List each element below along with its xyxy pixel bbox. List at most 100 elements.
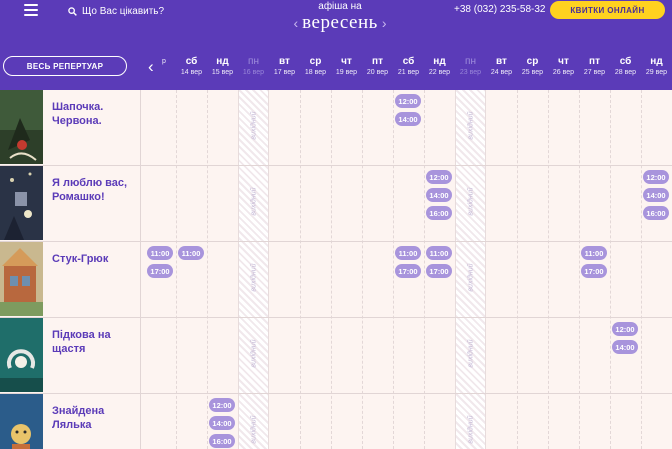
day-column-header[interactable]: пн 16 вер (238, 56, 269, 78)
day-date: 23 вер (459, 69, 482, 76)
session-time-button[interactable]: 11:00 (426, 246, 452, 260)
session-time-button[interactable]: 17:00 (426, 264, 452, 278)
session-time-button[interactable]: 12:00 (643, 170, 669, 184)
day-off-label: вихідний (250, 111, 258, 140)
day-date: 28 вер (614, 69, 637, 76)
grid-row-line (0, 241, 672, 242)
show-poster-2[interactable] (0, 166, 43, 240)
show-poster-1[interactable] (0, 90, 43, 164)
prev-month-arrow-icon[interactable]: ‹ (294, 15, 299, 31)
day-column-header[interactable]: чт 19 вер (331, 56, 362, 78)
menu-icon[interactable] (24, 4, 38, 16)
session-time-button[interactable]: 17:00 (581, 264, 607, 278)
day-date: 20 вер (366, 69, 389, 76)
show-title[interactable]: Шапочка. Червона. (52, 100, 138, 128)
day-off-label: вихідний (250, 339, 258, 368)
day-off-label: вихідний (467, 187, 475, 216)
show-poster-4[interactable] (0, 318, 43, 392)
session-time-button[interactable]: 11:00 (581, 246, 607, 260)
month-selector: афіша на ‹ вересень › (280, 0, 400, 33)
phone-number[interactable]: +38 (032) 235-58-32 (454, 4, 545, 15)
show-poster-3[interactable] (0, 242, 43, 316)
day-column-header[interactable]: пт 20 вер (362, 56, 393, 78)
day-of-week: ср (526, 56, 539, 67)
day-of-week: нд (433, 56, 446, 67)
grid-column-line (424, 90, 425, 449)
show-poster-5[interactable] (0, 394, 43, 449)
session-time-button[interactable]: 12:00 (426, 170, 452, 184)
day-date: 24 вер (490, 69, 513, 76)
day-column-header[interactable]: ср 25 вер (517, 56, 548, 78)
day-date: 16 вер (242, 69, 265, 76)
day-of-week: вт (496, 56, 507, 67)
day-date: 27 вер (583, 69, 606, 76)
grid-column-line (610, 90, 611, 449)
search-icon (68, 6, 77, 16)
session-time-button[interactable]: 11:00 (395, 246, 421, 260)
session-time-button[interactable]: 12:00 (612, 322, 638, 336)
day-of-week: чт (558, 56, 569, 67)
day-date: 19 вер (335, 69, 358, 76)
show-title[interactable]: Стук-Грюк (52, 252, 138, 266)
grid-divider (140, 90, 141, 449)
day-off-label: вихідний (467, 415, 475, 444)
days-prev-arrow-icon[interactable]: ‹ (148, 58, 154, 75)
next-month-arrow-icon[interactable]: › (382, 15, 387, 31)
day-date: 17 вер (273, 69, 296, 76)
session-time-button[interactable]: 14:00 (209, 416, 235, 430)
session-time-button[interactable]: 16:00 (426, 206, 452, 220)
day-off-label: вихідний (467, 339, 475, 368)
day-of-week: сб (402, 56, 415, 67)
day-of-week: пт (372, 56, 383, 67)
grid-column-line (207, 90, 208, 449)
grid-row-line (0, 165, 672, 166)
grid-column-line (517, 90, 518, 449)
day-of-week: нд (650, 56, 663, 67)
grid-column-line (393, 90, 394, 449)
session-time-button[interactable]: 11:00 (178, 246, 204, 260)
show-title[interactable]: Знайдена Лялька (52, 404, 138, 432)
day-column-header[interactable]: р (157, 56, 171, 67)
tickets-online-button[interactable]: КВИТКИ ОНЛАЙН (550, 1, 665, 19)
search-field[interactable]: Що Вас цікавить? (68, 4, 164, 18)
day-off-label: вихідний (467, 263, 475, 292)
grid-column-line (641, 90, 642, 449)
session-time-button[interactable]: 12:00 (209, 398, 235, 412)
day-date: 14 вер (180, 69, 203, 76)
full-repertoire-button[interactable]: ВЕСЬ РЕПЕРТУАР (3, 56, 127, 76)
day-column-header[interactable]: пт 27 вер (579, 56, 610, 78)
show-title[interactable]: Я люблю вас, Ромашко! (52, 176, 138, 204)
day-off-label: вихідний (250, 187, 258, 216)
day-of-week: пт (589, 56, 600, 67)
session-time-button[interactable]: 12:00 (395, 94, 421, 108)
day-column-header[interactable]: сб 28 вер (610, 56, 641, 78)
grid-column-line (548, 90, 549, 449)
day-of-week: нд (216, 56, 229, 67)
day-column-header[interactable]: нд 15 вер (207, 56, 238, 78)
session-time-button[interactable]: 14:00 (612, 340, 638, 354)
day-column-header[interactable]: нд 29 вер (641, 56, 672, 78)
session-time-button[interactable]: 11:00 (147, 246, 173, 260)
day-date: 25 вер (521, 69, 544, 76)
day-column-header[interactable]: чт 26 вер (548, 56, 579, 78)
show-title[interactable]: Підкова на щастя (52, 328, 138, 356)
day-of-week: пн (465, 56, 476, 67)
session-time-button[interactable]: 14:00 (395, 112, 421, 126)
day-column-header[interactable]: вт 24 вер (486, 56, 517, 78)
day-date: 26 вер (552, 69, 575, 76)
day-column-header[interactable]: сб 21 вер (393, 56, 424, 78)
session-time-button[interactable]: 14:00 (426, 188, 452, 202)
session-time-button[interactable]: 17:00 (395, 264, 421, 278)
schedule-grid: вихідний вихідний вихідний вихідний вихідний… (0, 90, 672, 449)
session-time-button[interactable]: 17:00 (147, 264, 173, 278)
session-time-button[interactable]: 14:00 (643, 188, 669, 202)
session-time-button[interactable]: 16:00 (643, 206, 669, 220)
session-time-button[interactable]: 16:00 (209, 434, 235, 448)
day-column-header[interactable]: сб 14 вер (176, 56, 207, 78)
day-column-header[interactable]: нд 22 вер (424, 56, 455, 78)
day-column-header[interactable]: вт 17 вер (269, 56, 300, 78)
day-date: р (162, 58, 166, 65)
grid-column-line (300, 90, 301, 449)
day-column-header[interactable]: ср 18 вер (300, 56, 331, 78)
day-column-header[interactable]: пн 23 вер (455, 56, 486, 78)
